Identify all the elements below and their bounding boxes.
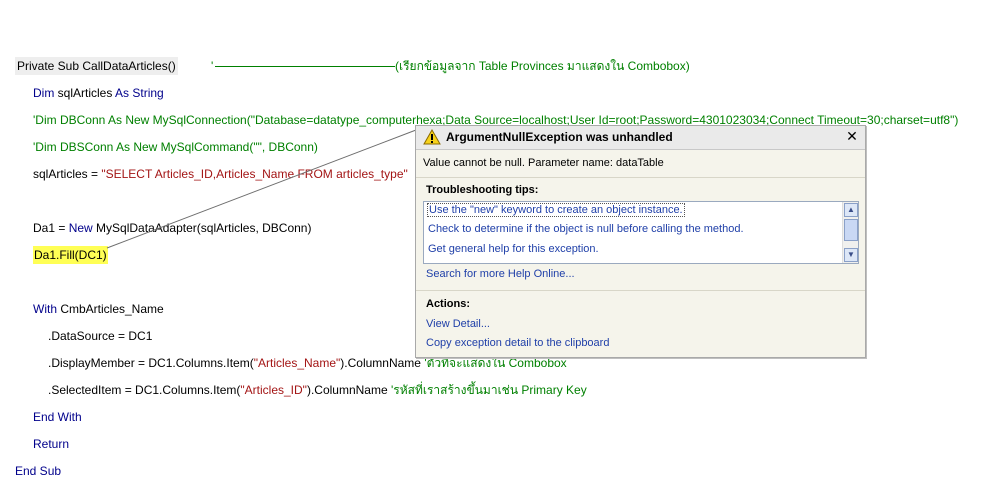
exception-title-bar: ArgumentNullException was unhandled ✕: [416, 126, 865, 150]
search-help-online-link[interactable]: Search for more Help Online...: [426, 268, 575, 280]
tip-link[interactable]: Get general help for this exception.: [428, 243, 599, 255]
actions-heading: Actions:: [426, 298, 470, 310]
copy-exception-detail-link[interactable]: Copy exception detail to the clipboard: [426, 337, 609, 349]
tips-scrollbar[interactable]: ▲ ▼: [842, 202, 858, 263]
exception-message: Value cannot be null. Parameter name: da…: [423, 157, 664, 169]
tip-link[interactable]: Use the "new" keyword to create an objec…: [427, 203, 685, 217]
scroll-up-icon[interactable]: ▲: [844, 203, 858, 217]
troubleshooting-heading: Troubleshooting tips:: [426, 184, 539, 196]
close-icon[interactable]: ✕: [845, 129, 859, 143]
exception-assistant: ArgumentNullException was unhandled ✕ Va…: [415, 125, 866, 358]
scroll-thumb[interactable]: [844, 219, 858, 241]
troubleshooting-tips-list[interactable]: Use the "new" keyword to create an objec…: [423, 201, 859, 264]
view-detail-link[interactable]: View Detail...: [426, 318, 490, 330]
warning-icon: [423, 129, 441, 145]
divider: [416, 177, 865, 178]
divider: [416, 290, 865, 291]
scroll-down-icon[interactable]: ▼: [844, 248, 858, 262]
tip-link[interactable]: Check to determine if the object is null…: [428, 223, 744, 235]
exception-title: ArgumentNullException was unhandled: [446, 130, 673, 144]
